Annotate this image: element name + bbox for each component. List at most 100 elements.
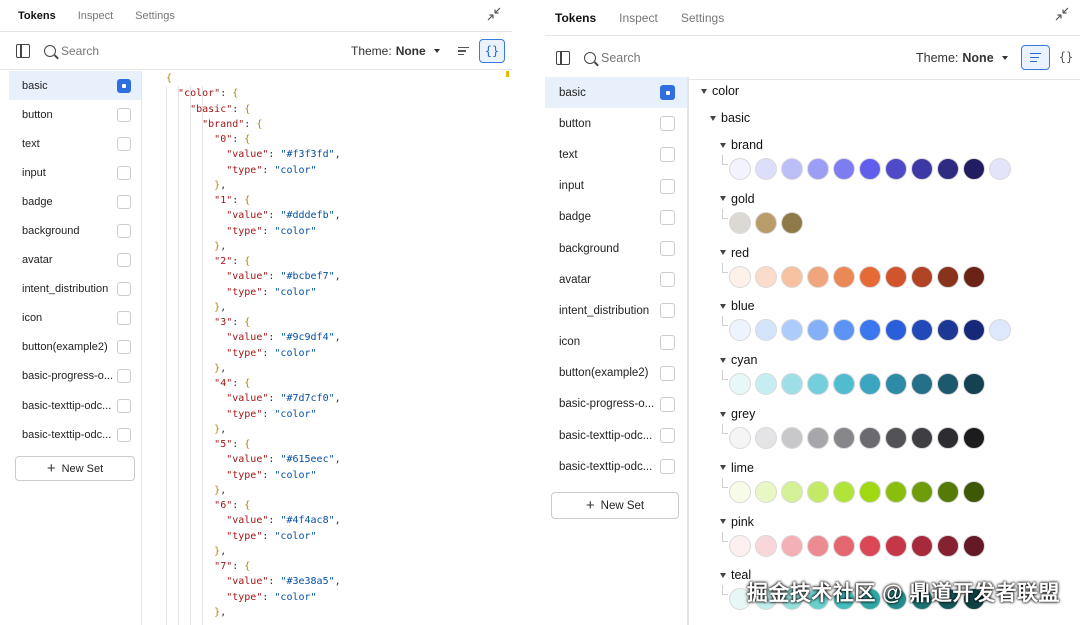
color-swatch[interactable]	[729, 480, 751, 503]
color-swatch[interactable]	[807, 158, 829, 180]
token-set-checkbox[interactable]	[660, 428, 675, 444]
token-set-item[interactable]: input	[9, 158, 141, 187]
color-swatch[interactable]	[937, 319, 959, 342]
token-set-checkbox[interactable]	[117, 136, 131, 151]
theme-select[interactable]: Theme: None	[351, 44, 440, 58]
token-set-item[interactable]: button(example2)	[545, 358, 687, 389]
color-swatch[interactable]	[729, 534, 751, 557]
token-set-item[interactable]: basic-progress-o...	[9, 362, 141, 391]
token-set-checkbox[interactable]	[660, 178, 675, 194]
tree-node-blue[interactable]: blue	[720, 299, 755, 313]
color-swatch[interactable]	[859, 534, 881, 557]
color-swatch[interactable]	[911, 319, 933, 342]
color-swatch[interactable]	[963, 427, 985, 449]
token-set-checkbox[interactable]	[117, 165, 131, 180]
color-swatch[interactable]	[911, 265, 933, 288]
color-swatch[interactable]	[963, 265, 985, 288]
color-swatch[interactable]	[963, 480, 985, 503]
color-swatch[interactable]	[755, 211, 777, 234]
tab-tokens[interactable]: Tokens	[18, 10, 56, 22]
color-swatch[interactable]	[807, 427, 829, 449]
search-input[interactable]: Search	[44, 44, 99, 58]
token-set-checkbox[interactable]	[117, 369, 131, 384]
token-set-item[interactable]: basic-texttip-odc...	[9, 420, 141, 449]
token-set-checkbox[interactable]	[660, 272, 675, 288]
color-swatch[interactable]	[911, 534, 933, 557]
token-set-item[interactable]: avatar	[9, 246, 141, 275]
color-swatch[interactable]	[781, 534, 803, 557]
tree-node-color[interactable]: color	[701, 84, 739, 98]
token-set-item[interactable]: badge	[545, 202, 687, 233]
color-swatch[interactable]	[859, 427, 881, 449]
token-set-item[interactable]: avatar	[545, 264, 687, 295]
color-swatch[interactable]	[729, 319, 751, 342]
token-set-checkbox[interactable]	[660, 396, 675, 412]
token-set-checkbox[interactable]	[117, 194, 131, 209]
color-swatch[interactable]	[989, 319, 1011, 342]
color-swatch[interactable]	[859, 319, 881, 342]
token-set-item[interactable]: background	[9, 216, 141, 245]
token-set-item[interactable]: button(example2)	[9, 333, 141, 362]
color-swatch[interactable]	[859, 373, 881, 396]
tree-node-basic[interactable]: basic	[710, 111, 750, 125]
color-swatch[interactable]	[807, 373, 829, 396]
token-set-item[interactable]: icon	[545, 327, 687, 358]
token-set-item[interactable]: text	[9, 129, 141, 158]
token-set-item[interactable]: intent_distribution	[9, 275, 141, 304]
token-set-checkbox[interactable]	[660, 85, 675, 101]
tree-node-cyan[interactable]: cyan	[720, 353, 757, 367]
color-swatch[interactable]	[755, 265, 777, 288]
color-swatch[interactable]	[729, 211, 751, 234]
sidebar-toggle-icon[interactable]	[16, 43, 30, 58]
token-set-checkbox[interactable]	[660, 241, 675, 257]
token-set-item[interactable]: basic-texttip-odc...	[9, 391, 141, 420]
token-set-item[interactable]: button	[545, 108, 687, 139]
color-swatch[interactable]	[885, 158, 907, 180]
color-swatch[interactable]	[963, 373, 985, 396]
color-swatch[interactable]	[833, 427, 855, 449]
color-swatch[interactable]	[885, 480, 907, 503]
token-set-checkbox[interactable]	[660, 459, 675, 475]
color-swatch[interactable]	[911, 480, 933, 503]
tree-node-gold[interactable]: gold	[720, 192, 755, 206]
token-set-checkbox[interactable]	[117, 340, 131, 355]
color-swatch[interactable]	[833, 265, 855, 288]
color-swatch[interactable]	[885, 319, 907, 342]
color-swatch[interactable]	[729, 158, 751, 180]
token-set-item[interactable]: badge	[9, 187, 141, 216]
color-swatch[interactable]	[937, 158, 959, 180]
color-swatch[interactable]	[937, 427, 959, 449]
color-swatch[interactable]	[781, 480, 803, 503]
color-swatch[interactable]	[963, 319, 985, 342]
color-swatch[interactable]	[729, 265, 751, 288]
token-set-item[interactable]: background	[545, 233, 687, 264]
token-set-checkbox[interactable]	[117, 107, 131, 122]
color-swatch[interactable]	[937, 534, 959, 557]
tab-settings[interactable]: Settings	[135, 10, 175, 22]
token-set-item[interactable]: basic-texttip-odc...	[545, 451, 687, 482]
color-swatch[interactable]	[781, 158, 803, 180]
color-swatch[interactable]	[807, 319, 829, 342]
color-swatch[interactable]	[937, 265, 959, 288]
tree-node-brand[interactable]: brand	[720, 138, 763, 152]
list-view-button[interactable]	[1021, 45, 1050, 70]
color-swatch[interactable]	[833, 158, 855, 180]
color-swatch[interactable]	[755, 534, 777, 557]
color-swatch[interactable]	[781, 373, 803, 396]
tab-inspect[interactable]: Inspect	[619, 11, 658, 25]
token-set-checkbox[interactable]	[117, 282, 131, 297]
token-set-checkbox[interactable]	[660, 303, 675, 319]
color-swatch[interactable]	[859, 265, 881, 288]
color-swatch[interactable]	[729, 373, 751, 396]
color-swatch[interactable]	[963, 158, 985, 180]
token-set-checkbox[interactable]	[660, 365, 675, 381]
token-set-checkbox[interactable]	[117, 224, 131, 239]
token-set-item[interactable]: basic-progress-o...	[545, 389, 687, 420]
collapse-icon[interactable]	[1054, 6, 1070, 22]
color-swatch[interactable]	[755, 480, 777, 503]
tree-node-pink[interactable]: pink	[720, 515, 754, 529]
color-swatch[interactable]	[833, 319, 855, 342]
color-swatch[interactable]	[755, 427, 777, 449]
token-set-item[interactable]: button	[9, 100, 141, 129]
color-swatch[interactable]	[937, 480, 959, 503]
